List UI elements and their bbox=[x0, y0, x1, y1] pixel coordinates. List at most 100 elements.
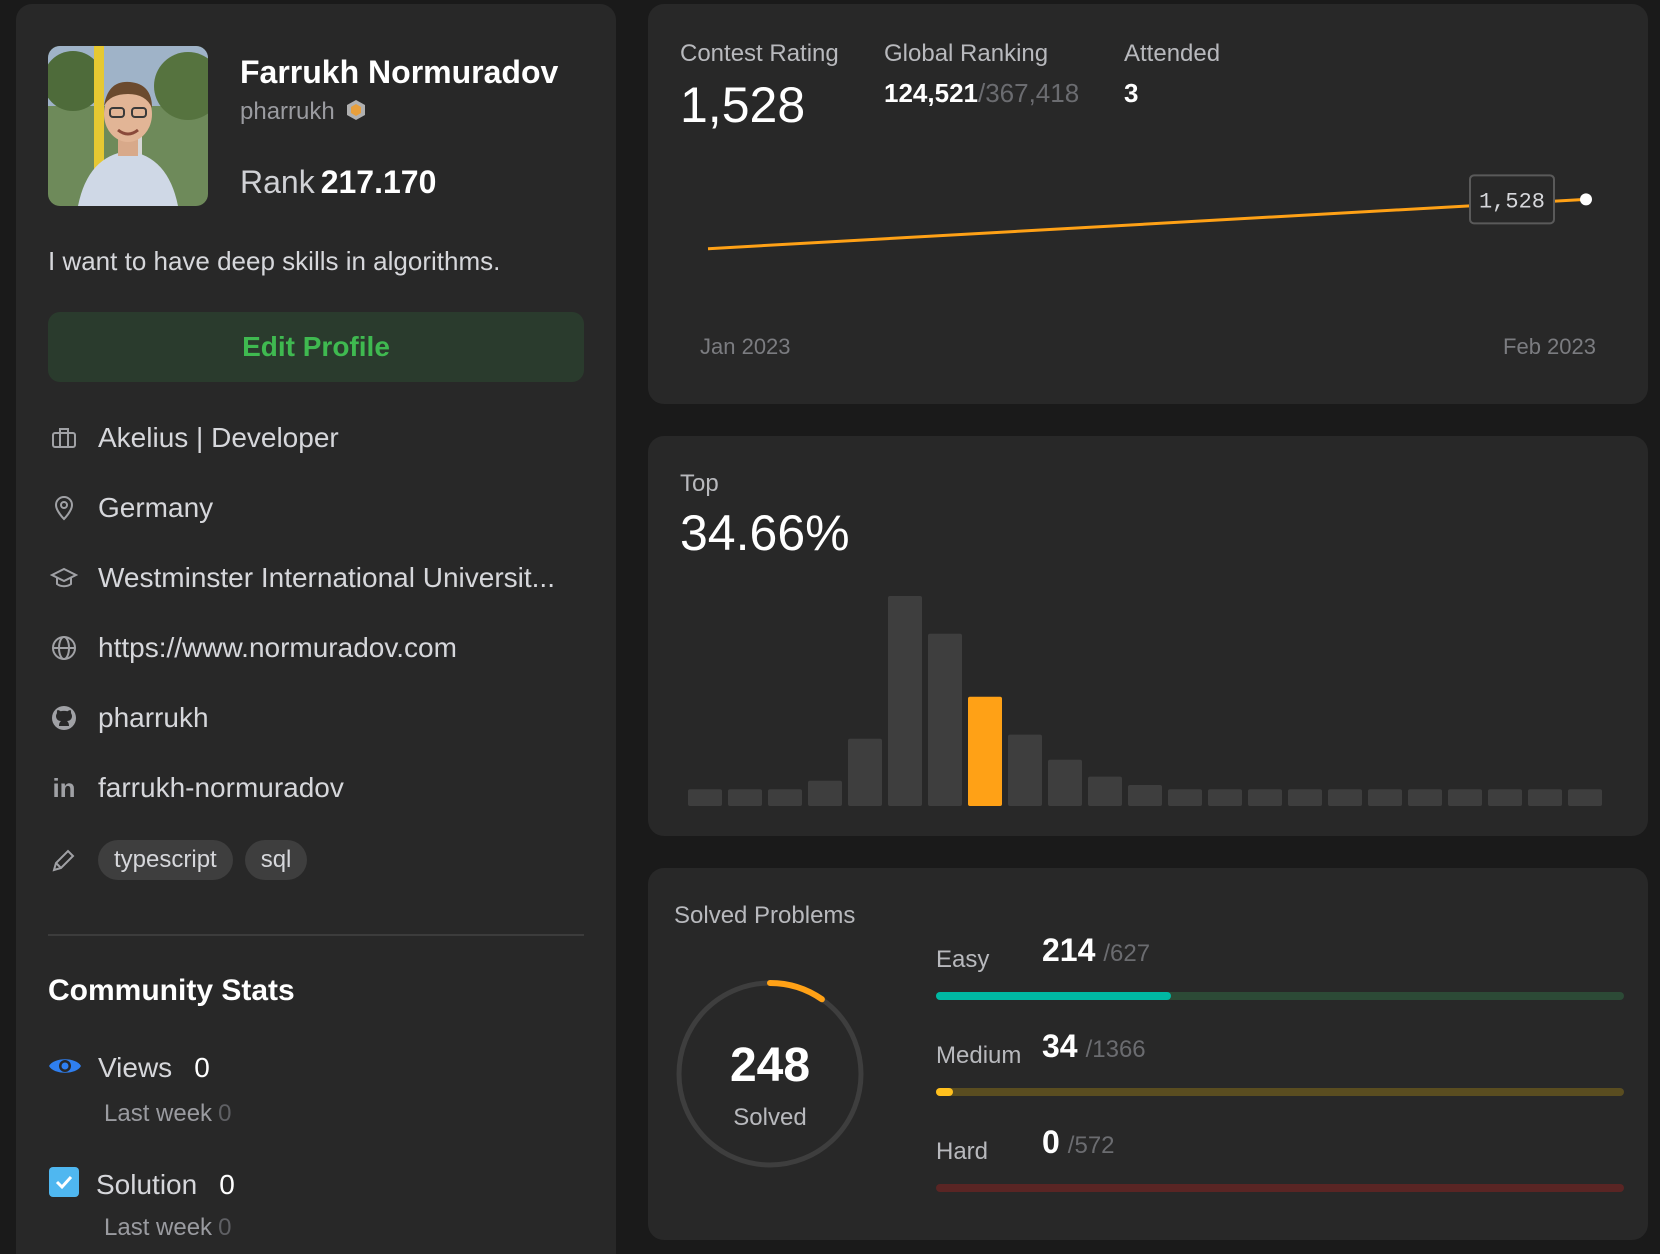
histogram-bar[interactable] bbox=[1288, 789, 1322, 806]
top-percentile-card: Top 34.66% bbox=[648, 436, 1648, 836]
histogram-bar[interactable] bbox=[1088, 776, 1122, 806]
rating-tooltip: 1,528 bbox=[1469, 174, 1555, 225]
axis-label-end: Feb 2023 bbox=[1503, 334, 1596, 359]
tag-icon bbox=[48, 844, 80, 876]
profile-card: Farrukh Normuradov pharrukh Rank 217.170 … bbox=[16, 4, 616, 1254]
medium-label: Medium bbox=[936, 1042, 1022, 1069]
solution-stat: Solution 0 bbox=[48, 1166, 235, 1203]
github-row[interactable]: pharrukh bbox=[48, 702, 588, 734]
views-sub-value: 0 bbox=[218, 1100, 232, 1127]
location-row: Germany bbox=[48, 492, 588, 524]
company-row: Akelius | Developer bbox=[48, 422, 588, 454]
website-row[interactable]: https://www.normuradov.com bbox=[48, 632, 588, 664]
views-last-week: Last week 0 bbox=[104, 1100, 231, 1128]
hard-solved: 0 bbox=[1042, 1124, 1060, 1160]
histogram-bar[interactable] bbox=[1008, 734, 1042, 806]
rating-distribution-histogram[interactable] bbox=[688, 576, 1608, 806]
rank-value: 217.170 bbox=[320, 164, 437, 200]
histogram-bar[interactable] bbox=[1048, 759, 1082, 806]
histogram-bar[interactable] bbox=[1528, 789, 1562, 806]
avatar[interactable] bbox=[48, 46, 208, 206]
solution-value: 0 bbox=[219, 1168, 235, 1200]
github-link[interactable]: pharrukh bbox=[98, 702, 209, 734]
solved-problems-card: Solved Problems 248 Solved Easy 214/627 … bbox=[648, 868, 1648, 1240]
medium-progress-fill bbox=[936, 1088, 954, 1096]
axis-label-start: Jan 2023 bbox=[700, 334, 791, 359]
views-label: Views bbox=[98, 1052, 173, 1083]
histogram-bar[interactable] bbox=[1368, 789, 1402, 806]
histogram-bar[interactable] bbox=[928, 633, 962, 806]
community-stats-title: Community Stats bbox=[48, 974, 295, 1007]
easy-label: Easy bbox=[936, 946, 990, 973]
hard-count: 0/572 bbox=[1042, 1124, 1115, 1161]
solution-sub-value: 0 bbox=[218, 1214, 232, 1241]
rating-line-chart[interactable]: 1,528 bbox=[648, 4, 1648, 404]
rating-point bbox=[1580, 193, 1592, 206]
globe-icon bbox=[48, 632, 80, 664]
histogram-bar[interactable] bbox=[1128, 785, 1162, 806]
top-label: Top bbox=[680, 470, 719, 497]
linkedin-icon: in bbox=[52, 772, 76, 803]
school: Westminster International Universit... bbox=[98, 562, 555, 593]
briefcase-icon bbox=[48, 422, 80, 454]
rank: Rank 217.170 bbox=[240, 164, 436, 201]
rank-label: Rank bbox=[240, 164, 315, 200]
company: Akelius | Developer bbox=[98, 422, 339, 453]
histogram-bar[interactable] bbox=[888, 596, 922, 806]
solution-sub-label: Last week bbox=[104, 1214, 213, 1241]
solution-last-week: Last week 0 bbox=[104, 1214, 231, 1242]
solved-total-label: Solved bbox=[733, 1104, 807, 1131]
medium-count: 34/1366 bbox=[1042, 1028, 1146, 1065]
bio: I want to have deep skills in algorithms… bbox=[48, 246, 501, 276]
github-icon bbox=[48, 702, 80, 734]
avatar-image bbox=[48, 46, 208, 206]
solution-label: Solution bbox=[96, 1168, 198, 1200]
hard-progress-track bbox=[936, 1184, 1624, 1192]
histogram-bar[interactable] bbox=[1408, 789, 1442, 806]
divider bbox=[48, 934, 584, 936]
skills-row: typescript sql bbox=[48, 840, 588, 880]
profile-name: Farrukh Normuradov bbox=[240, 54, 559, 90]
histogram-bar[interactable] bbox=[1328, 789, 1362, 806]
edit-profile-button[interactable]: Edit Profile bbox=[48, 312, 584, 382]
histogram-bar[interactable] bbox=[1568, 789, 1602, 806]
histogram-bar-current[interactable] bbox=[968, 696, 1002, 806]
linkedin-row[interactable]: in farrukh-normuradov bbox=[48, 772, 588, 804]
eye-icon bbox=[48, 1054, 82, 1083]
graduation-cap-icon bbox=[48, 562, 80, 594]
views-stat: Views 0 bbox=[48, 1052, 210, 1084]
username: pharrukh bbox=[240, 98, 335, 125]
histogram-bar[interactable] bbox=[808, 780, 842, 806]
medium-solved: 34 bbox=[1042, 1028, 1078, 1064]
username-row: pharrukh bbox=[240, 98, 367, 126]
website-link[interactable]: https://www.normuradov.com bbox=[98, 632, 457, 664]
histogram-bar[interactable] bbox=[768, 789, 802, 806]
location: Germany bbox=[98, 492, 214, 523]
histogram-bar[interactable] bbox=[1168, 789, 1202, 806]
easy-progress-fill bbox=[936, 992, 1171, 1000]
hard-total: /572 bbox=[1067, 1132, 1115, 1159]
medium-total: /1366 bbox=[1085, 1036, 1146, 1063]
rating-tooltip-text: 1,528 bbox=[1479, 189, 1545, 214]
histogram-bar[interactable] bbox=[848, 738, 882, 806]
hard-label: Hard bbox=[936, 1138, 989, 1165]
medium-progress-track bbox=[936, 1088, 1624, 1096]
histogram-bar[interactable] bbox=[1208, 789, 1242, 806]
rating-series-line bbox=[707, 197, 1587, 251]
easy-solved: 214 bbox=[1042, 932, 1096, 968]
check-square-icon bbox=[48, 1166, 80, 1203]
solved-total: 248 bbox=[729, 1039, 811, 1092]
top-percentile-value: 34.66% bbox=[680, 505, 850, 561]
linkedin-link[interactable]: farrukh-normuradov bbox=[98, 772, 344, 804]
badge-icon bbox=[345, 99, 367, 126]
histogram-bar[interactable] bbox=[728, 789, 762, 806]
skill-tag[interactable]: sql bbox=[244, 840, 308, 880]
histogram-bar[interactable] bbox=[688, 789, 722, 806]
histogram-bar[interactable] bbox=[1248, 789, 1282, 806]
histogram-bar[interactable] bbox=[1488, 789, 1522, 806]
histogram-bar[interactable] bbox=[1448, 789, 1482, 806]
skill-tag[interactable]: typescript bbox=[98, 840, 233, 880]
easy-total: /627 bbox=[1103, 940, 1151, 967]
views-sub-label: Last week bbox=[104, 1100, 213, 1127]
easy-count: 214/627 bbox=[1042, 932, 1150, 969]
